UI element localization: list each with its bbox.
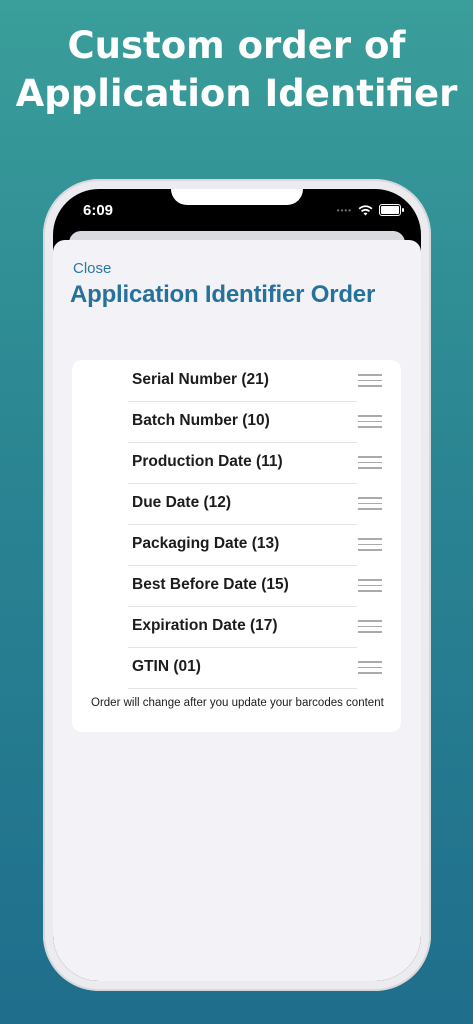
drag-handle-icon[interactable]: [358, 538, 382, 552]
list-item-label: Production Date (11): [132, 453, 283, 470]
list-item[interactable]: Packaging Date (13): [128, 524, 382, 566]
drag-handle-icon[interactable]: [358, 415, 382, 429]
status-icons: ••••: [336, 204, 404, 216]
list-item-label: Expiration Date (17): [132, 617, 278, 634]
battery-icon: [379, 204, 404, 216]
modal-sheet: Close Application Identifier Order Seria…: [53, 240, 421, 981]
reorder-list: Serial Number (21) Batch Number (10) Pro…: [72, 360, 401, 732]
drag-handle-icon[interactable]: [358, 497, 382, 511]
footer-note: Order will change after you update your …: [91, 697, 384, 709]
headline-line-2: Application Identifier: [15, 72, 458, 115]
list-item[interactable]: Production Date (11): [128, 442, 382, 484]
list-item[interactable]: Best Before Date (15): [128, 565, 382, 607]
phone-frame: 6:09 •••• Close Application Identifier O…: [43, 179, 431, 991]
list-item-label: Due Date (12): [132, 494, 232, 511]
phone-screen: 6:09 •••• Close Application Identifier O…: [53, 189, 421, 981]
signal-icon: ••••: [336, 205, 352, 215]
drag-handle-icon[interactable]: [358, 456, 382, 470]
drag-handle-icon[interactable]: [358, 620, 382, 634]
page-title: Application Identifier Order: [70, 281, 376, 308]
list-item[interactable]: Due Date (12): [128, 483, 382, 525]
list-item[interactable]: Expiration Date (17): [128, 606, 382, 648]
wifi-icon: [358, 204, 373, 216]
status-time: 6:09: [83, 202, 114, 219]
list-item[interactable]: GTIN (01): [128, 647, 382, 689]
drag-handle-icon[interactable]: [358, 579, 382, 593]
list-item-label: GTIN (01): [132, 658, 201, 675]
list-item-label: Batch Number (10): [132, 412, 270, 429]
notch: [171, 189, 303, 205]
drag-handle-icon[interactable]: [358, 661, 382, 675]
drag-handle-icon[interactable]: [358, 374, 382, 388]
promo-headline: Custom order of Application Identifier: [0, 22, 473, 118]
close-button[interactable]: Close: [73, 260, 111, 277]
list-item[interactable]: Serial Number (21): [128, 360, 382, 402]
list-item-label: Best Before Date (15): [132, 576, 289, 593]
headline-line-1: Custom order of: [67, 24, 406, 67]
list-item-label: Serial Number (21): [132, 371, 269, 388]
list-item-label: Packaging Date (13): [132, 535, 280, 552]
list-item[interactable]: Batch Number (10): [128, 401, 382, 443]
